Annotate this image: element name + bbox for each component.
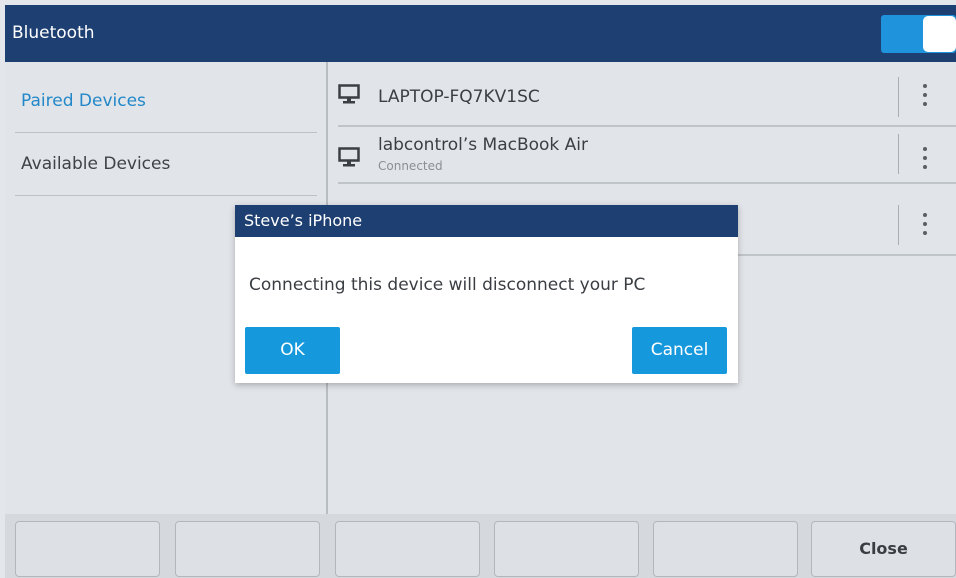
bluetooth-toggle[interactable] (881, 15, 956, 53)
device-row-macbook[interactable]: labcontrol’s MacBook Air Connected (338, 127, 956, 184)
toggle-knob (923, 16, 956, 52)
softkey-2[interactable] (175, 521, 320, 577)
cancel-button[interactable]: Cancel (632, 327, 727, 374)
monitor-icon (338, 147, 360, 167)
nav-item-label: Available Devices (21, 154, 171, 174)
row-separator (898, 134, 899, 174)
dialog-message: Connecting this device will disconnect y… (249, 275, 646, 295)
nav-item-available-devices[interactable]: Available Devices (15, 133, 317, 196)
softkey-1[interactable] (15, 521, 160, 577)
device-row-laptop[interactable]: LAPTOP-FQ7KV1SC (338, 70, 956, 127)
softkey-4[interactable] (494, 521, 639, 577)
row-separator (898, 77, 899, 117)
softkey-5[interactable] (653, 521, 798, 577)
row-separator (898, 205, 899, 245)
bluetooth-screen: Bluetooth Paired Devices Available Devic… (5, 5, 956, 578)
dialog-title: Steve’s iPhone (244, 211, 363, 230)
nav-item-label: Paired Devices (21, 91, 146, 111)
header-bar: Bluetooth (5, 5, 956, 62)
more-options-icon[interactable] (923, 147, 927, 171)
more-options-icon[interactable] (923, 84, 927, 108)
device-name: LAPTOP-FQ7KV1SC (378, 87, 540, 107)
page-title: Bluetooth (12, 23, 95, 43)
softkey-bar: Close (5, 514, 956, 578)
ok-button[interactable]: OK (245, 327, 340, 374)
more-options-icon[interactable] (923, 213, 927, 237)
confirm-dialog: Steve’s iPhone Connecting this device wi… (235, 205, 738, 383)
close-button[interactable]: Close (811, 521, 956, 577)
softkey-3[interactable] (335, 521, 480, 577)
device-status: Connected (378, 159, 443, 173)
nav-item-paired-devices[interactable]: Paired Devices (15, 70, 317, 133)
dialog-title-bar: Steve’s iPhone (235, 205, 738, 237)
monitor-icon (338, 84, 360, 104)
device-name: labcontrol’s MacBook Air (378, 135, 589, 155)
